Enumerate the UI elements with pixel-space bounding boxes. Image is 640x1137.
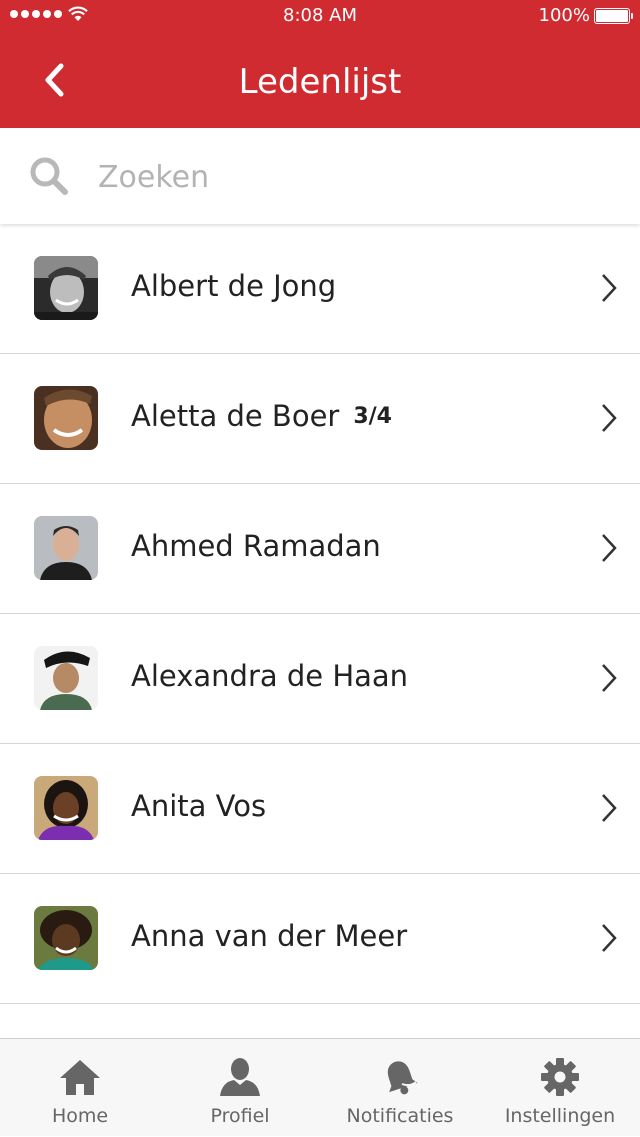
tab-bar: Home Profiel Notificaties Instellingen [0, 1038, 640, 1136]
member-badge: 3/4 [353, 404, 392, 429]
battery-percent: 100% [538, 5, 590, 26]
search-bar [0, 128, 640, 224]
chevron-right-icon [602, 534, 617, 562]
member-row[interactable]: Anna van der Meer [0, 874, 640, 1004]
chevron-right-icon [602, 664, 617, 692]
home-icon [60, 1060, 100, 1095]
avatar [34, 646, 98, 710]
member-list: Albert de Jong Aletta de Boer 3/4 Ahmed … [0, 224, 640, 1038]
chevron-right-icon [602, 404, 617, 432]
member-row[interactable]: Anita Vos [0, 744, 640, 874]
battery-level-fill [596, 9, 628, 22]
tab-label: Home [51, 1105, 109, 1127]
member-name: Aletta de Boer 3/4 [131, 399, 392, 433]
tab-notificaties[interactable]: Notificaties [320, 1039, 480, 1137]
chevron-right-icon [602, 924, 617, 952]
chevron-right-icon [602, 794, 617, 822]
avatar [34, 256, 98, 320]
member-name: Anita Vos [131, 789, 267, 823]
user-icon [220, 1058, 260, 1096]
page-title: Ledenlijst [238, 62, 402, 102]
member-row[interactable]: Alexandra de Haan [0, 614, 640, 744]
tab-label: Profiel [210, 1105, 270, 1127]
tab-profiel[interactable]: Profiel [160, 1039, 320, 1137]
battery-icon [594, 7, 633, 24]
member-row[interactable]: Aletta de Boer 3/4 [0, 354, 640, 484]
search-icon [30, 157, 68, 195]
member-row[interactable]: Albert de Jong [0, 224, 640, 354]
avatar [34, 906, 98, 970]
member-name: Ahmed Ramadan [131, 529, 381, 563]
tab-label: Instellingen [504, 1105, 616, 1127]
member-row[interactable]: Ahmed Ramadan [0, 484, 640, 614]
member-name: Anna van der Meer [131, 919, 408, 953]
chevron-right-icon [602, 274, 617, 302]
avatar [34, 516, 98, 580]
nav-bar: Ledenlijst [0, 32, 640, 128]
tab-home[interactable]: Home [0, 1039, 160, 1137]
status-bar: 8:08 AM 100% [0, 0, 640, 32]
tab-instellingen[interactable]: Instellingen [480, 1039, 640, 1137]
member-name: Alexandra de Haan [131, 659, 409, 693]
battery-indicator: 100% [538, 5, 633, 26]
gear-icon [541, 1058, 579, 1096]
bell-icon [387, 1061, 418, 1095]
avatar [34, 776, 98, 840]
search-input[interactable] [96, 152, 600, 202]
member-name: Albert de Jong [131, 269, 337, 303]
tab-label: Notificaties [346, 1105, 454, 1127]
avatar [34, 386, 98, 450]
